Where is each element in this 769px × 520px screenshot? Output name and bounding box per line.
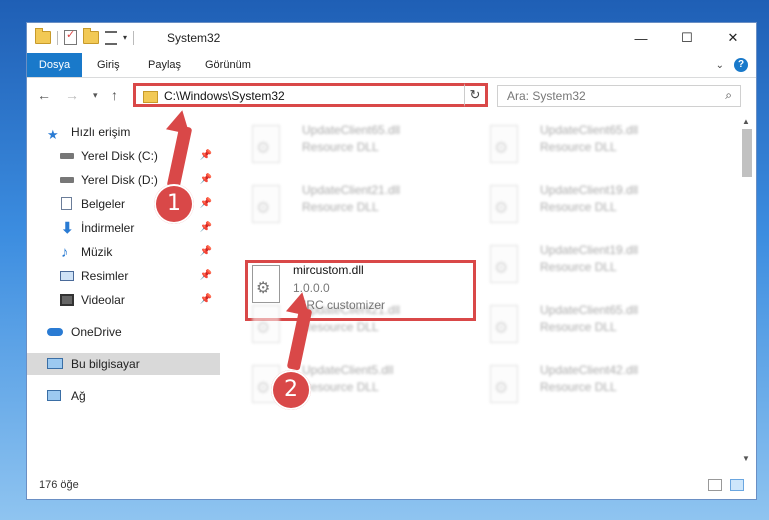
annotation-arrow-head-1 — [165, 107, 195, 135]
search-input[interactable]: Ara: System32 ⌕ — [497, 85, 741, 107]
maximize-button[interactable]: ☐ — [664, 23, 710, 53]
pin-icon[interactable]: 📌 — [200, 289, 212, 311]
pin-icon[interactable]: 📌 — [200, 241, 212, 263]
file-item[interactable]: UpdateClient19.dll Resource DLL — [480, 181, 710, 237]
scrollbar-thumb[interactable] — [742, 129, 752, 177]
documents-icon — [61, 197, 72, 210]
music-icon: ♪ — [61, 244, 69, 261]
window-title: System32 — [167, 31, 221, 45]
file-item[interactable]: UpdateClient65.dll Resource DLL — [480, 301, 710, 357]
tab-file[interactable]: Dosya — [27, 53, 82, 77]
dll-file-icon — [490, 365, 518, 403]
item-count: 176 öğe — [39, 479, 79, 491]
dll-file-icon — [490, 305, 518, 343]
download-icon: ⬇ — [61, 220, 74, 237]
title-bar: ▾ System32 — ☐ ✕ — [27, 23, 756, 53]
dll-file-icon — [252, 305, 280, 343]
file-item[interactable]: UpdateClient65.dll Resource DLL — [480, 121, 710, 177]
drive-icon — [60, 153, 74, 159]
folder-icon — [143, 91, 158, 103]
computer-icon — [47, 358, 63, 369]
separator — [133, 30, 135, 45]
status-bar: 176 öğe — [27, 473, 756, 499]
refresh-button[interactable]: ↻ — [464, 83, 488, 107]
sidebar-item-local-disk-d[interactable]: Yerel Disk (D:) 📌 — [27, 169, 220, 191]
back-arrow-icon[interactable]: ← — [37, 87, 51, 103]
quick-access-toolbar: ▾ — [35, 28, 135, 45]
dll-file-icon — [490, 125, 518, 163]
search-icon[interactable]: ⌕ — [725, 88, 732, 103]
scroll-down-icon[interactable]: ▼ — [742, 454, 750, 463]
folder-icon — [35, 28, 51, 44]
sidebar-item-network[interactable]: Ağ — [27, 385, 220, 407]
properties-icon[interactable] — [64, 28, 77, 45]
annotation-badge-1: 1 — [154, 184, 194, 224]
search-placeholder: Ara: System32 — [507, 89, 586, 103]
dll-file-icon — [252, 265, 280, 303]
vertical-scrollbar[interactable]: ▲ ▼ — [740, 115, 754, 465]
file-list: UpdateClient65.dll Resource DLL UpdateCl… — [232, 115, 737, 465]
address-path[interactable]: C:\Windows\System32 — [164, 89, 285, 103]
sidebar-item-music[interactable]: ♪ Müzik 📌 — [27, 241, 220, 263]
tab-home[interactable]: Giriş — [87, 53, 130, 77]
sidebar-item-pictures[interactable]: Resimler 📌 — [27, 265, 220, 287]
up-arrow-icon[interactable]: ↑ — [111, 87, 118, 103]
new-folder-icon[interactable] — [83, 28, 99, 44]
star-icon: ★ — [47, 127, 59, 142]
file-item[interactable]: UpdateClient42.dll Resource DLL — [480, 361, 710, 417]
sidebar-item-onedrive[interactable]: OneDrive — [27, 321, 220, 343]
navigation-pane: ★ Hızlı erişim Yerel Disk (C:) 📌 Yerel D… — [27, 115, 222, 465]
pin-icon[interactable]: 📌 — [200, 265, 212, 287]
large-icons-view-icon[interactable] — [730, 479, 744, 491]
dll-file-icon — [252, 185, 280, 223]
window-controls: — ☐ ✕ — [618, 23, 756, 53]
dll-file-icon — [490, 245, 518, 283]
tab-view[interactable]: Görünüm — [195, 53, 261, 77]
scroll-up-icon[interactable]: ▲ — [742, 117, 750, 126]
file-item[interactable]: UpdateClient19.dll Resource DLL — [480, 241, 710, 297]
ribbon-right: ⌄ ? — [716, 58, 748, 72]
dll-file-icon — [252, 125, 280, 163]
address-bar[interactable]: C:\Windows\System32 ▾ — [133, 83, 488, 107]
close-button[interactable]: ✕ — [710, 23, 756, 53]
help-icon[interactable]: ? — [734, 58, 748, 72]
sidebar-item-downloads[interactable]: ⬇ İndirmeler 📌 — [27, 217, 220, 239]
forward-arrow-icon[interactable]: → — [65, 87, 79, 103]
explorer-window: ▾ System32 — ☐ ✕ Dosya Giriş Paylaş Görü… — [26, 22, 757, 500]
file-item[interactable]: UpdateClient65.dll Resource DLL — [242, 121, 472, 177]
recent-locations-icon[interactable]: ▾ — [93, 90, 98, 101]
video-icon — [60, 294, 74, 306]
tab-share[interactable]: Paylaş — [138, 53, 191, 77]
annotation-badge-2: 2 — [271, 370, 311, 410]
sidebar-item-this-pc[interactable]: Bu bilgisayar — [27, 353, 220, 375]
expand-ribbon-icon[interactable]: ⌄ — [716, 60, 724, 71]
pin-icon[interactable]: 📌 — [200, 217, 212, 239]
view-options-icon[interactable] — [105, 30, 117, 45]
network-icon — [47, 390, 61, 401]
details-view-icon[interactable] — [708, 479, 722, 491]
pin-icon[interactable]: 📌 — [200, 169, 212, 191]
dll-file-icon — [490, 185, 518, 223]
cloud-icon — [47, 328, 63, 336]
sidebar-item-videos[interactable]: Videolar 📌 — [27, 289, 220, 311]
ribbon-tabs: Dosya Giriş Paylaş Görünüm ⌄ ? — [27, 53, 756, 78]
annotation-arrow-head-2 — [285, 289, 315, 317]
separator — [57, 30, 58, 45]
file-item[interactable]: UpdateClient21.dll Resource DLL — [242, 181, 472, 237]
customize-toolbar-caret[interactable]: ▾ — [123, 33, 127, 42]
sidebar-item-local-disk-c[interactable]: Yerel Disk (C:) 📌 — [27, 145, 220, 167]
pin-icon[interactable]: 📌 — [200, 193, 212, 215]
file-item[interactable]: UpdateClient21.dll Resource DLL — [242, 301, 472, 357]
pin-icon[interactable]: 📌 — [200, 145, 212, 167]
drive-icon — [60, 177, 74, 183]
pictures-icon — [60, 271, 74, 281]
minimize-button[interactable]: — — [618, 23, 664, 53]
address-row: ← → ▾ ↑ C:\Windows\System32 ▾ ↻ Ara: Sys… — [27, 78, 756, 112]
